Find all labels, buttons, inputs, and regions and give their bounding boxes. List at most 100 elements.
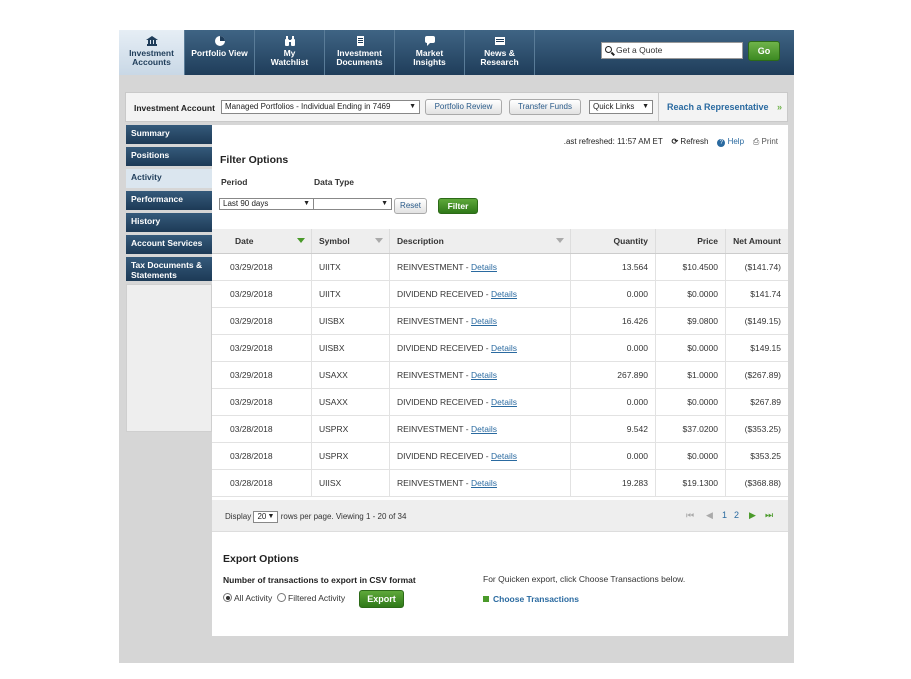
table-row: 03/28/2018 USPRX DIVIDEND RECEIVED - Detai… (212, 442, 788, 470)
app-frame: Investment Accounts Portfolio View My Wa… (119, 30, 794, 663)
choose-transactions-link[interactable]: Choose Transactions (483, 594, 579, 604)
cell-price: $1.0000 (655, 361, 726, 389)
radio-all-activity[interactable]: All Activity (223, 593, 272, 603)
cell-date: 03/29/2018 (212, 361, 312, 389)
details-link[interactable]: Details (471, 262, 497, 272)
print-button[interactable]: ⎙ Print (753, 137, 778, 146)
cell-description: DIVIDEND RECEIVED - Details (389, 442, 571, 470)
page-link-1[interactable]: 1 (722, 510, 727, 520)
column-header-label: Description (397, 236, 444, 246)
column-header-net-amount[interactable]: Net Amount (725, 229, 788, 254)
quick-links-value: Quick Links (593, 102, 635, 111)
cell-price: $0.0000 (655, 334, 726, 362)
column-header-date[interactable]: Date (212, 229, 312, 254)
account-select-value: Managed Portfolios - Individual Ending i… (225, 102, 391, 111)
details-link[interactable]: Details (491, 289, 517, 299)
cell-date: 03/29/2018 (212, 307, 312, 335)
cell-description: REINVESTMENT - Details (389, 415, 571, 443)
tab-label: Insights (413, 57, 446, 67)
description-text: REINVESTMENT - (397, 370, 471, 380)
description-text: REINVESTMENT - (397, 424, 471, 434)
cell-quantity: 0.000 (570, 442, 656, 470)
export-options-title: Export Options (223, 553, 299, 565)
quote-placeholder: Get a Quote (616, 45, 663, 55)
cell-description: REINVESTMENT - Details (389, 469, 571, 497)
details-link[interactable]: Details (471, 424, 497, 434)
cell-date: 03/29/2018 (212, 334, 312, 362)
cell-quantity: 0.000 (570, 388, 656, 416)
sidebar-item-history[interactable]: History (126, 213, 212, 235)
sidebar-item-tax-documents[interactable]: Tax Documents & Statements (126, 257, 212, 284)
transfer-funds-button[interactable]: Transfer Funds (509, 99, 581, 115)
refresh-button[interactable]: ⟳ Refresh (671, 137, 708, 146)
go-button[interactable]: Go (748, 41, 780, 61)
column-header-price[interactable]: Price (655, 229, 726, 254)
column-header-symbol[interactable]: Symbol (311, 229, 390, 254)
details-link[interactable]: Details (471, 316, 497, 326)
table-header-row: Date Symbol Description Quantity Price N… (212, 229, 788, 254)
reach-representative-link[interactable]: Reach a Representative » (658, 93, 788, 121)
details-link[interactable]: Details (471, 370, 497, 380)
details-link[interactable]: Details (491, 343, 517, 353)
binoculars-icon (284, 36, 295, 46)
column-header-description[interactable]: Description (389, 229, 571, 254)
tab-market-insights[interactable]: Market Insights (395, 30, 465, 75)
quote-search-input[interactable]: Get a Quote (601, 42, 743, 59)
cell-description: REINVESTMENT - Details (389, 253, 571, 281)
speech-bubble-icon (424, 36, 435, 46)
radio-filtered-activity[interactable]: Filtered Activity (277, 593, 345, 603)
account-select[interactable]: Managed Portfolios - Individual Ending i… (221, 100, 420, 114)
sidebar-item-summary[interactable]: Summary (126, 125, 212, 147)
column-header-quantity[interactable]: Quantity (570, 229, 656, 254)
tab-news-research[interactable]: News & Research (465, 30, 535, 75)
cell-price: $19.1300 (655, 469, 726, 497)
cell-description: DIVIDEND RECEIVED - Details (389, 280, 571, 308)
cell-symbol: USAXX (311, 361, 390, 389)
details-link[interactable]: Details (491, 451, 517, 461)
cell-description: DIVIDEND RECEIVED - Details (389, 334, 571, 362)
help-link[interactable]: ? Help (717, 137, 744, 147)
sidebar-item-positions[interactable]: Positions (126, 147, 212, 169)
tab-label: Accounts (132, 57, 171, 67)
tab-investment-documents[interactable]: Investment Documents (325, 30, 395, 75)
export-button[interactable]: Export (359, 590, 404, 608)
portfolio-review-button[interactable]: Portfolio Review (425, 99, 502, 115)
choose-transactions-label: Choose Transactions (493, 594, 579, 604)
rows-per-page-select[interactable]: 20 ▼ (253, 511, 279, 523)
table-row: 03/29/2018 UIITX DIVIDEND RECEIVED - Detai… (212, 280, 788, 308)
pagination-bar: Display 20 ▼ rows per page. Viewing 1 - 2… (212, 500, 788, 532)
sidebar-item-activity[interactable]: Activity (126, 169, 219, 191)
next-page-icon[interactable]: ▶ (749, 510, 756, 521)
prev-page-icon[interactable]: ◀ (706, 510, 713, 521)
table-row: 03/29/2018 UISBX REINVESTMENT - Details 16.… (212, 307, 788, 335)
cell-quantity: 19.283 (570, 469, 656, 497)
tab-label: Research (480, 57, 519, 67)
reset-button[interactable]: Reset (394, 198, 427, 214)
column-header-label: Symbol (319, 236, 350, 246)
cell-quantity: 0.000 (570, 280, 656, 308)
sidebar-item-account-services[interactable]: Account Services (126, 235, 212, 257)
period-select[interactable]: Last 90 days ▼ (219, 198, 314, 210)
sidebar-item-performance[interactable]: Performance (126, 191, 212, 213)
table-row: 03/29/2018 USAXX REINVESTMENT - Details 267… (212, 361, 788, 389)
radio-selected-icon (223, 593, 232, 602)
table-row: 03/28/2018 USPRX REINVESTMENT - Details 9.5… (212, 415, 788, 443)
filter-button[interactable]: Filter (438, 198, 478, 214)
quick-links-select[interactable]: Quick Links ▼ (589, 100, 653, 114)
first-page-icon[interactable]: ⏮ (686, 510, 694, 521)
tab-portfolio-view[interactable]: Portfolio View (185, 30, 255, 75)
cell-quantity: 0.000 (570, 334, 656, 362)
cell-net-amount: ($267.89) (725, 361, 788, 389)
last-page-icon[interactable]: ⏭ (765, 510, 773, 521)
data-type-label: Data Type (314, 177, 354, 187)
description-text: REINVESTMENT - (397, 478, 471, 488)
chevron-down-icon: ▼ (409, 103, 416, 110)
details-link[interactable]: Details (491, 397, 517, 407)
tab-my-watchlist[interactable]: My Watchlist (255, 30, 325, 75)
tab-investment-accounts[interactable]: Investment Accounts (119, 30, 185, 75)
details-link[interactable]: Details (471, 478, 497, 488)
cell-net-amount: $267.89 (725, 388, 788, 416)
refresh-icon: ⟳ (671, 137, 679, 146)
data-type-select[interactable]: ▼ (313, 198, 392, 210)
page-link-2[interactable]: 2 (734, 510, 739, 520)
